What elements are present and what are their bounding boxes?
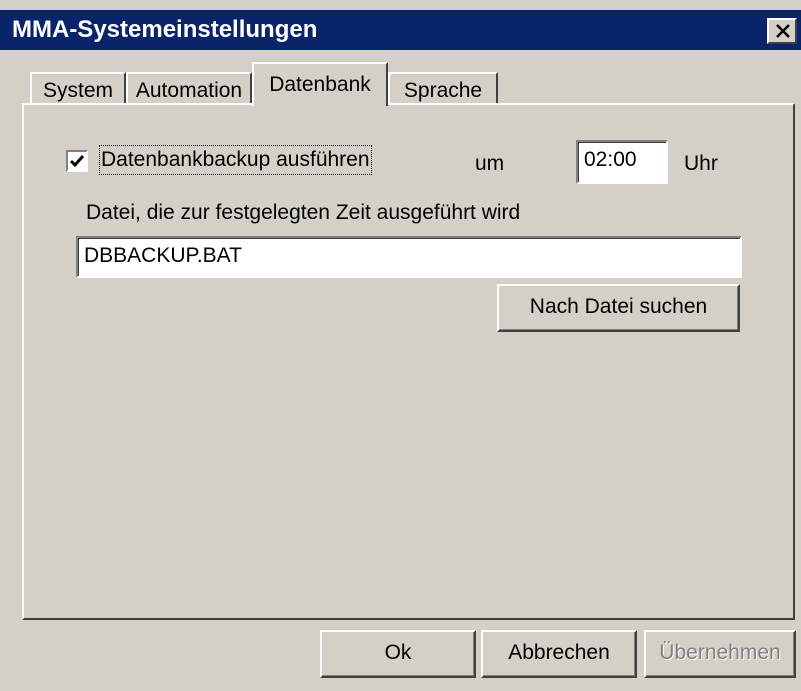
title-bar[interactable]: MMA-Systemeinstellungen (0, 10, 801, 50)
ok-button[interactable]: Ok (320, 630, 476, 678)
backup-time-input[interactable]: 02:00 (576, 140, 668, 184)
cancel-button[interactable]: Abbrechen (481, 630, 637, 678)
window-title: MMA-Systemeinstellungen (12, 16, 318, 43)
settings-dialog: MMA-Systemeinstellungen System Automatio… (0, 0, 801, 691)
tab-sprache[interactable]: Sprache (388, 72, 498, 105)
apply-button: Übernehmen (644, 630, 796, 678)
time-unit-label: Uhr (684, 152, 718, 175)
tab-automation[interactable]: Automation (126, 72, 252, 105)
tab-panel-datenbank (22, 103, 795, 620)
browse-file-button[interactable]: Nach Datei suchen (497, 284, 740, 332)
file-label: Datei, die zur festgelegten Zeit ausgefü… (86, 201, 521, 224)
close-button[interactable] (767, 18, 797, 44)
tab-datenbank[interactable]: Datenbank (252, 62, 388, 106)
backup-checkbox[interactable] (66, 150, 88, 172)
checkmark-icon (69, 155, 85, 168)
backup-file-input[interactable]: DBBACKUP.BAT (76, 236, 742, 278)
time-at-label: um (475, 152, 505, 175)
close-icon (776, 24, 790, 38)
backup-checkbox-label[interactable]: Datenbankbackup ausführen (99, 145, 372, 175)
tab-system[interactable]: System (30, 72, 126, 105)
